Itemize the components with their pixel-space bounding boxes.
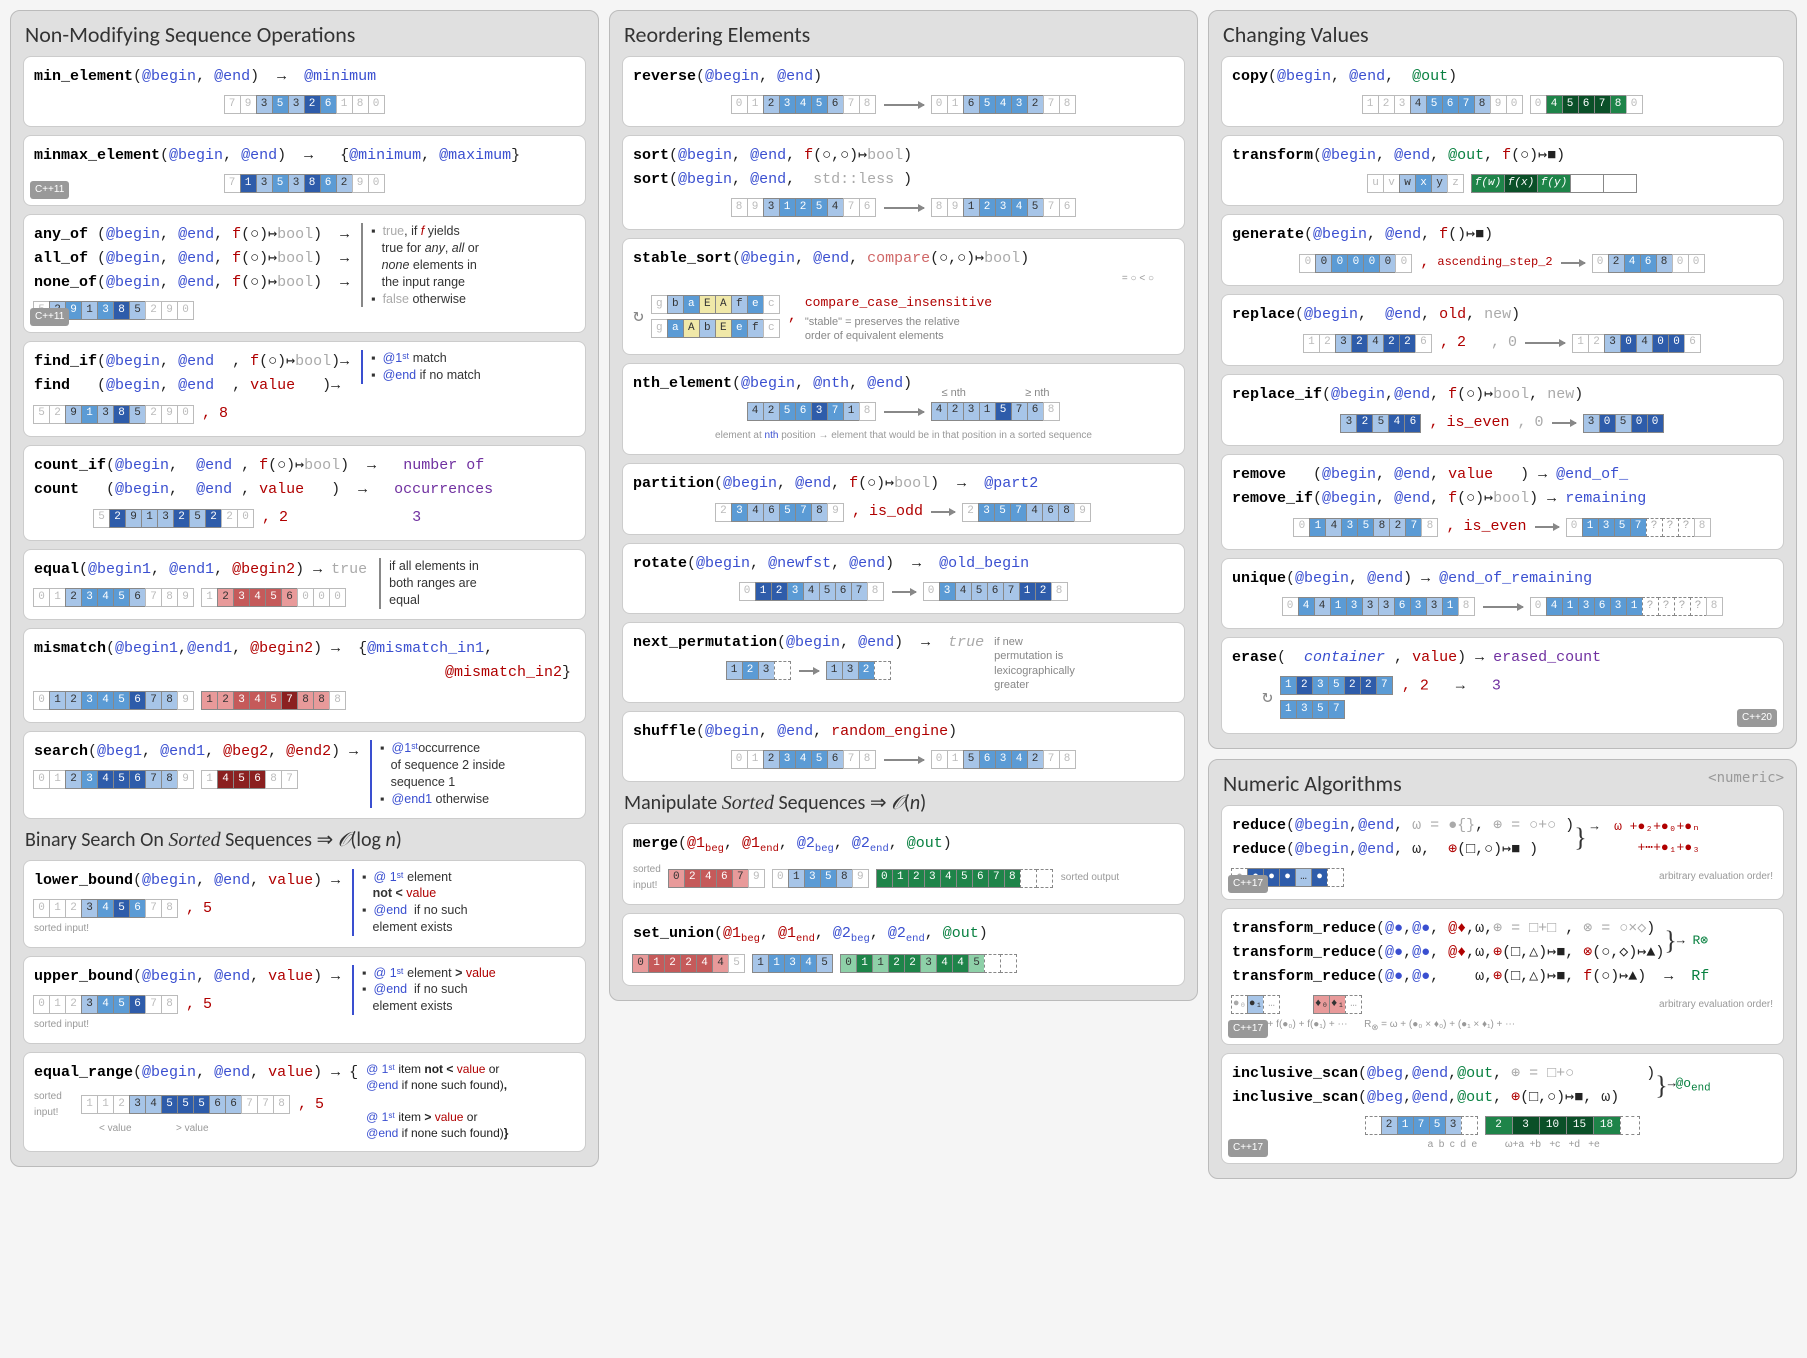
card-merge: merge(@1beg, @1end, @2beg, @2end, @out) … <box>622 823 1185 905</box>
arrow-icon <box>1483 606 1523 608</box>
card-equal-range: equal_range(@begin, @end, value) → { sor… <box>23 1052 586 1153</box>
card-stable-sort: stable_sort(@begin, @end, compare(○,○)↦b… <box>622 238 1185 355</box>
arrow-icon <box>884 104 924 106</box>
card-count: count_if(@begin, @end , f(○)↦bool) → num… <box>23 445 586 541</box>
description: ▪ @ 1ˢᵗ element > value▪ @end if no such… <box>352 965 496 1016</box>
panel-changing: Changing Values copy(@begin, @end, @out)… <box>1208 10 1797 749</box>
arrow-icon <box>884 411 924 413</box>
arrow-icon <box>1561 262 1585 264</box>
card-transform-reduce: transform_reduce(@●,@●, @♦,ω,⊕ = □+□ , ⊗… <box>1221 908 1784 1045</box>
panel-title: Numeric Algorithms <box>1223 770 1784 797</box>
description: ▪ true, if f yields true for any, all or… <box>361 223 479 307</box>
fn-name: min_element <box>34 68 133 85</box>
arrow-icon <box>1525 342 1565 344</box>
panel-nonmodifying: Non-Modifying Sequence Operations min_el… <box>10 10 599 1167</box>
badge-cpp11: C++11 <box>30 181 69 199</box>
card-remove: remove (@begin, @end, value ) → @end_of_… <box>1221 454 1784 550</box>
card-inclusive-scan: inclusive_scan(@beg,@end,@out, ⊕ = □+○ )… <box>1221 1053 1784 1164</box>
arrow-icon <box>1552 422 1576 424</box>
badge-cpp11: C++11 <box>30 308 69 326</box>
card-sort: sort(@begin, @end, f(○,○)↦bool) sort(@be… <box>622 135 1185 230</box>
subsection-title: Manipulate Sorted Sequences ⇒ 𝒪(n) <box>624 790 1185 815</box>
arrow-icon <box>884 207 924 209</box>
arrow-icon <box>892 591 916 593</box>
card-equal: equal(@begin1, @end1, @begin2) → true 01… <box>23 549 586 620</box>
card-set-union: set_union(@1beg, @1end, @2beg, @2end, @o… <box>622 913 1185 986</box>
description: ▪ @1ˢᵗoccurrence of sequence 2 inside se… <box>370 740 505 808</box>
card-unique: unique(@begin, @end) → @end_of_remaining… <box>1221 558 1784 629</box>
card-mismatch: mismatch(@begin1,@end1, @begin2) → {@mis… <box>23 628 586 723</box>
card-any-all-none: any_of (@begin, @end, f(○)↦bool) → all_o… <box>23 214 586 333</box>
card-min-element: min_element(@begin, @end) → @minimum 793… <box>23 56 586 127</box>
panel-numeric: Numeric Algorithms <numeric> reduce(@beg… <box>1208 759 1797 1179</box>
panel-title: Non-Modifying Sequence Operations <box>25 21 586 48</box>
card-transform: transform(@begin, @end, @out, f(○)↦■) uv… <box>1221 135 1784 206</box>
arrow-icon <box>1535 526 1559 528</box>
card-replace-if: replace_if(@begin,@end, f(○)↦bool, new) … <box>1221 374 1784 446</box>
card-rotate: rotate(@begin, @newfst, @end) → @old_beg… <box>622 543 1185 614</box>
description: if all elements inboth ranges areequal <box>379 558 479 609</box>
panel-title: Reordering Elements <box>624 21 1185 48</box>
card-partition: partition(@begin, @end, f(○)↦bool) → @pa… <box>622 463 1185 535</box>
description: ▪ @ 1ˢᵗ element not < value▪ @end if no … <box>352 869 467 937</box>
card-erase: erase( container , value) → erased_count… <box>1221 637 1784 734</box>
description: ▪ @1ˢᵗ match▪ @end if no match <box>361 350 481 384</box>
subsection-title: Binary Search On Sorted Sequences ⇒ 𝒪(lo… <box>25 827 586 852</box>
card-copy: copy(@begin, @end, @out) 1234567890 0456… <box>1221 56 1784 127</box>
card-reduce: reduce(@begin,@end, ω = ●{}, ⊕ = ○+○ ) r… <box>1221 805 1784 900</box>
sequence: 7935326180 <box>225 95 385 114</box>
panel-title: Changing Values <box>1223 21 1784 48</box>
arrow-icon <box>799 670 819 672</box>
badge-cpp17: C++17 <box>1228 875 1268 893</box>
badge-cpp17: C++17 <box>1228 1139 1268 1157</box>
card-nth-element: nth_element(@begin, @nth, @end) 42563718… <box>622 363 1185 455</box>
sequence: 7135386290 <box>225 174 385 193</box>
card-reverse: reverse(@begin, @end) 012345678 01654327… <box>622 56 1185 127</box>
badge-cpp20: C++20 <box>1737 709 1777 727</box>
card-minmax-element: minmax_element(@begin, @end) → {@minimum… <box>23 135 586 206</box>
card-generate: generate(@begin, @end, f()↦■) 0000000 , … <box>1221 214 1784 286</box>
card-upper-bound: upper_bound(@begin, @end, value) → 01234… <box>23 956 586 1044</box>
card-shuffle: shuffle(@begin, @end, random_engine) 012… <box>622 711 1185 782</box>
header-include: <numeric> <box>1708 770 1784 786</box>
badge-cpp17: C++17 <box>1228 1020 1268 1038</box>
description: if newpermutation islexicographicallygre… <box>994 631 1075 692</box>
card-search: search(@beg1, @end1, @beg2, @end2) → 012… <box>23 731 586 819</box>
arrow-icon <box>931 511 955 513</box>
card-lower-bound: lower_bound(@begin, @end, value) → 01234… <box>23 860 586 948</box>
card-find: find_if(@begin, @end , f(○)↦bool)→ find … <box>23 341 586 437</box>
card-next-permutation: next_permutation(@begin, @end) → true 12… <box>622 622 1185 703</box>
card-replace: replace(@begin, @end, old, new) 12324226… <box>1221 294 1784 366</box>
panel-reordering: Reordering Elements reverse(@begin, @end… <box>609 10 1198 1001</box>
arrow-icon <box>884 759 924 761</box>
